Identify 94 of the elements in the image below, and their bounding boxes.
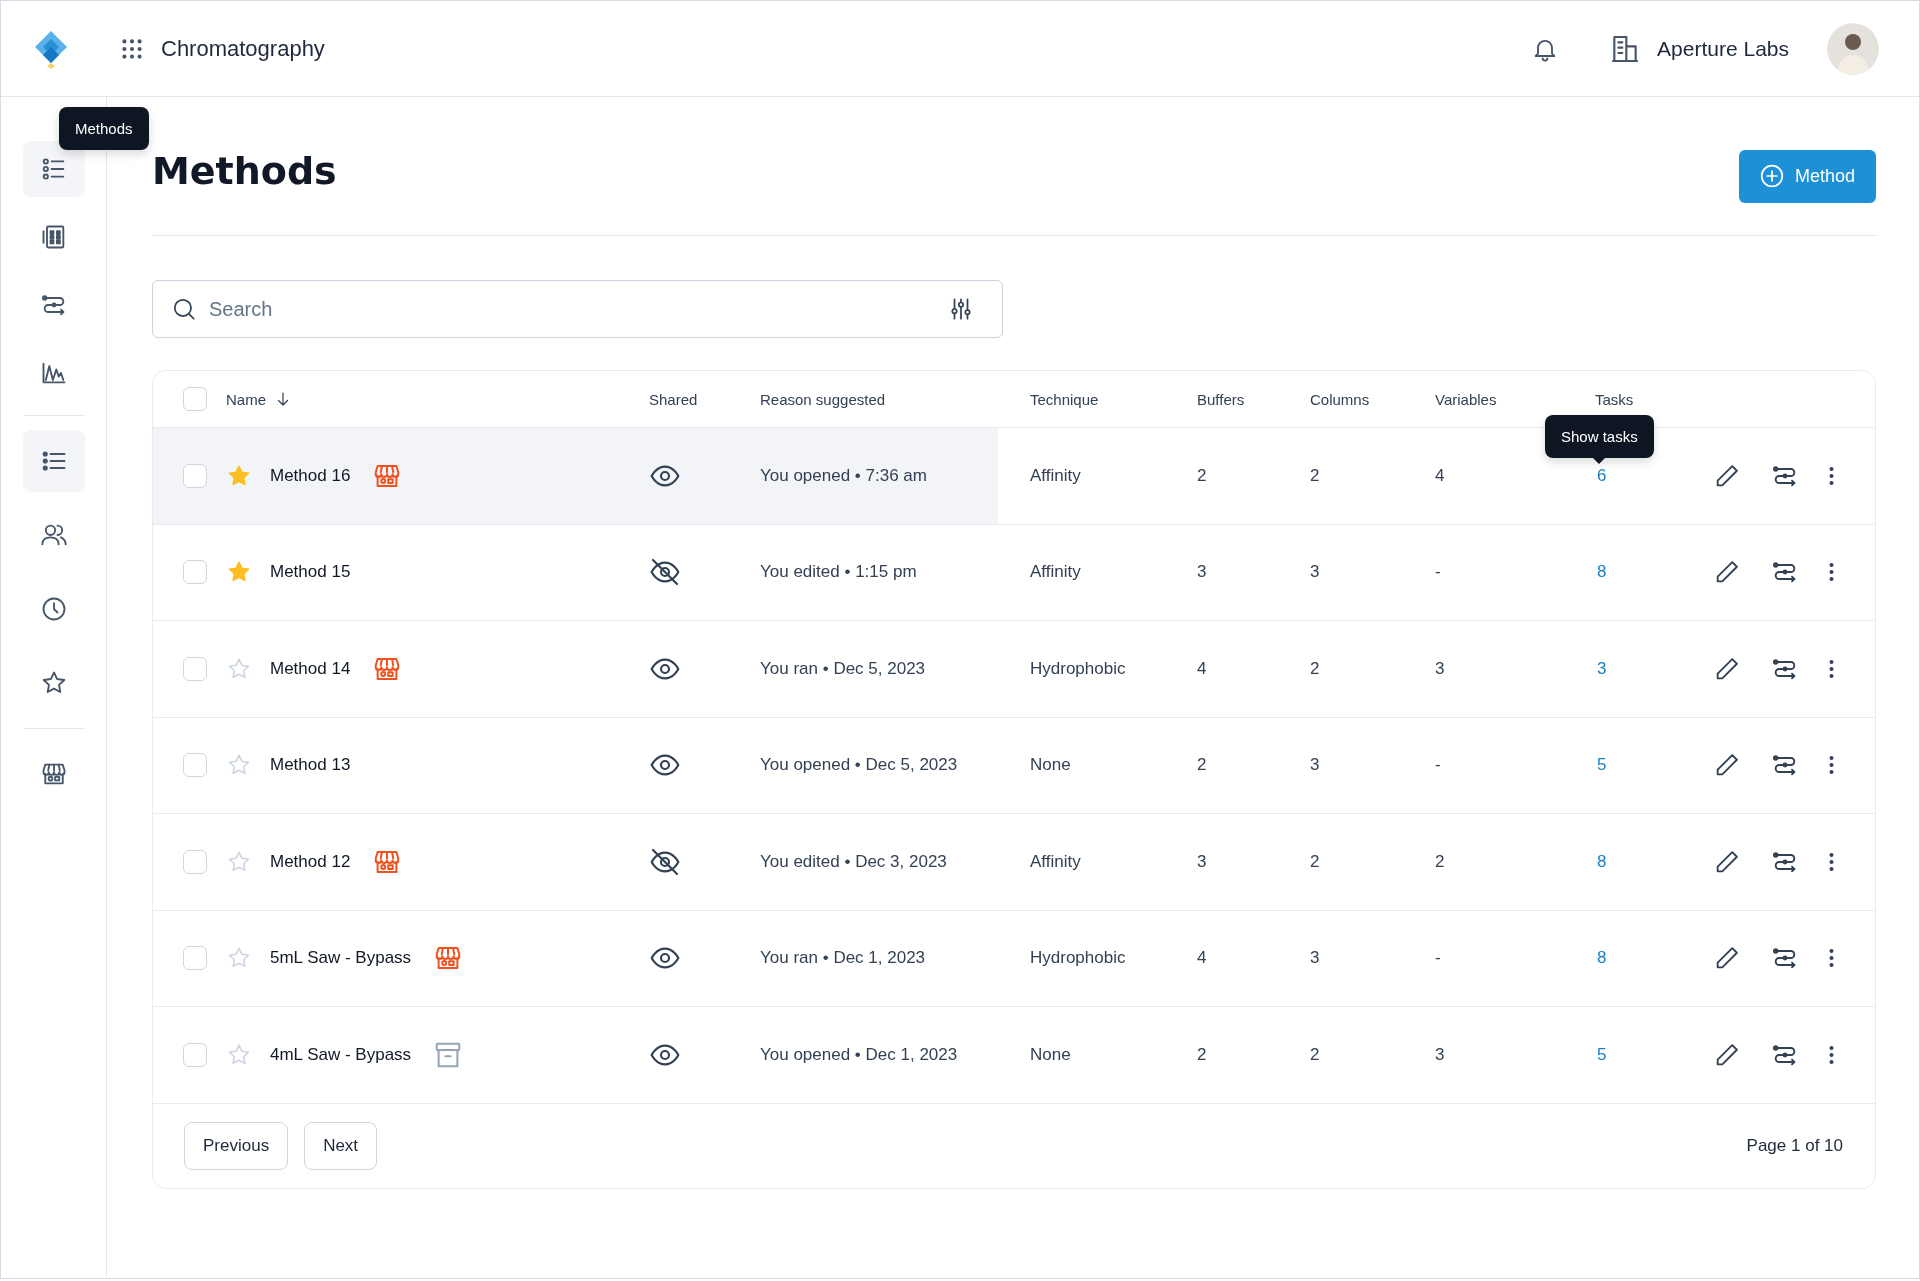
method-name[interactable]: Method 15 [270, 562, 351, 583]
table-cell: 3 [1435, 658, 1445, 679]
more-button[interactable] [1829, 850, 1834, 873]
table-cell: You ran • Dec 5, 2023 [760, 658, 926, 679]
more-button[interactable] [1829, 657, 1834, 680]
sidebar-item[interactable] [22, 141, 85, 197]
table-cell: 3 [1435, 1044, 1445, 1065]
table-cell: - [1435, 755, 1441, 776]
more-vertical-icon [1829, 947, 1834, 970]
column-header: Variables [1435, 390, 1497, 408]
method-name[interactable]: 5mL Saw - Bypass [270, 948, 412, 969]
table-cell: 3 [1310, 755, 1320, 776]
table-cell: 2 [1197, 1044, 1207, 1065]
table-cell: - [1435, 948, 1441, 969]
table-cell: You opened • Dec 1, 2023 [760, 1044, 958, 1065]
method-name[interactable]: Method 14 [270, 658, 351, 679]
table-cell: Affinity [1030, 562, 1081, 583]
avatar[interactable] [1827, 22, 1879, 75]
column-header: Shared [649, 390, 698, 408]
more-vertical-icon [1829, 850, 1834, 873]
table-cell: You opened • Dec 5, 2023 [760, 755, 958, 776]
more-button[interactable] [1829, 561, 1834, 584]
sidebar-item[interactable] [22, 430, 85, 492]
tasks-link[interactable]: 5 [1597, 1044, 1607, 1065]
column-header: Buffers [1197, 390, 1245, 408]
table-cell: Affinity [1030, 851, 1081, 872]
checkbox[interactable] [183, 560, 207, 585]
search-field[interactable]: Search [152, 280, 1003, 338]
organization-name[interactable]: Aperture Labs [1657, 36, 1789, 61]
table-cell: None [1030, 1044, 1071, 1065]
app-title: Chromatography [161, 35, 325, 62]
table-cell: You ran • Dec 1, 2023 [760, 948, 926, 969]
tooltip-label: Show tasks [1561, 428, 1638, 445]
more-vertical-icon [1829, 464, 1834, 487]
method-name[interactable]: Method 13 [270, 755, 351, 776]
tasks-link[interactable]: 3 [1597, 658, 1607, 679]
column-header: Columns [1310, 390, 1370, 408]
table-cell: 3 [1310, 948, 1320, 969]
column-header: Tasks [1595, 390, 1634, 408]
method-name[interactable]: 4mL Saw - Bypass [270, 1044, 412, 1065]
table-cell: You edited • Dec 3, 2023 [760, 851, 947, 872]
more-vertical-icon [1829, 561, 1834, 584]
table-cell: Hydrophobic [1030, 658, 1126, 679]
more-button[interactable] [1829, 464, 1834, 487]
table-cell: 2 [1197, 755, 1207, 776]
table-cell: You edited • 1:15 pm [760, 562, 917, 583]
page-indicator: Page 1 of 10 [1746, 1135, 1843, 1156]
more-vertical-icon [1829, 657, 1834, 680]
table-cell: 4 [1435, 465, 1445, 486]
tasks-link[interactable]: 6 [1597, 465, 1607, 486]
table-cell: 4 [1197, 658, 1207, 679]
previous-button[interactable]: Previous [184, 1121, 289, 1170]
page-title: Methods [152, 148, 337, 193]
more-vertical-icon [1829, 1043, 1834, 1066]
table-cell: Hydrophobic [1030, 948, 1126, 969]
column-header: Technique [1030, 390, 1099, 408]
search-icon [171, 296, 197, 322]
table-cell: 3 [1197, 562, 1207, 583]
table-cell: 2 [1310, 658, 1320, 679]
method-name[interactable]: Method 16 [270, 465, 351, 486]
table-cell: 3 [1310, 562, 1320, 583]
table-cell: 3 [1197, 851, 1207, 872]
table-cell: 2 [1310, 851, 1320, 872]
checkbox[interactable] [183, 946, 207, 971]
table-cell: 2 [1435, 851, 1445, 872]
tasks-link[interactable]: 5 [1597, 755, 1607, 776]
table-cell: 2 [1310, 1044, 1320, 1065]
tasks-link[interactable]: 8 [1597, 562, 1607, 583]
table-cell: 2 [1197, 465, 1207, 486]
next-button[interactable]: Next [304, 1121, 378, 1170]
checkbox[interactable] [183, 1042, 207, 1067]
tasks-link[interactable]: 8 [1597, 948, 1607, 969]
table-cell: Affinity [1030, 465, 1081, 486]
plus-circle-icon [1758, 163, 1785, 189]
checkbox[interactable] [183, 849, 207, 874]
checkbox[interactable] [183, 656, 207, 681]
table-cell: You opened • 7:36 am [760, 465, 927, 486]
table-cell: - [1435, 562, 1441, 583]
checkbox[interactable] [183, 463, 207, 488]
tasks-link[interactable]: 8 [1597, 851, 1607, 872]
table-cell: 2 [1310, 465, 1320, 486]
checkbox[interactable] [183, 753, 207, 778]
table-cell: 4 [1197, 948, 1207, 969]
column-header[interactable]: Name [226, 390, 292, 408]
table-cell: None [1030, 755, 1071, 776]
method-name[interactable]: Method 12 [270, 851, 351, 872]
tooltip-label: Methods [75, 120, 133, 137]
search-input[interactable]: Search [207, 296, 938, 322]
more-button[interactable] [1829, 947, 1834, 970]
more-button[interactable] [1829, 1043, 1834, 1066]
more-vertical-icon [1829, 754, 1834, 777]
checkbox[interactable] [183, 387, 207, 411]
more-button[interactable] [1829, 754, 1834, 777]
column-header: Reason suggested [760, 390, 886, 408]
